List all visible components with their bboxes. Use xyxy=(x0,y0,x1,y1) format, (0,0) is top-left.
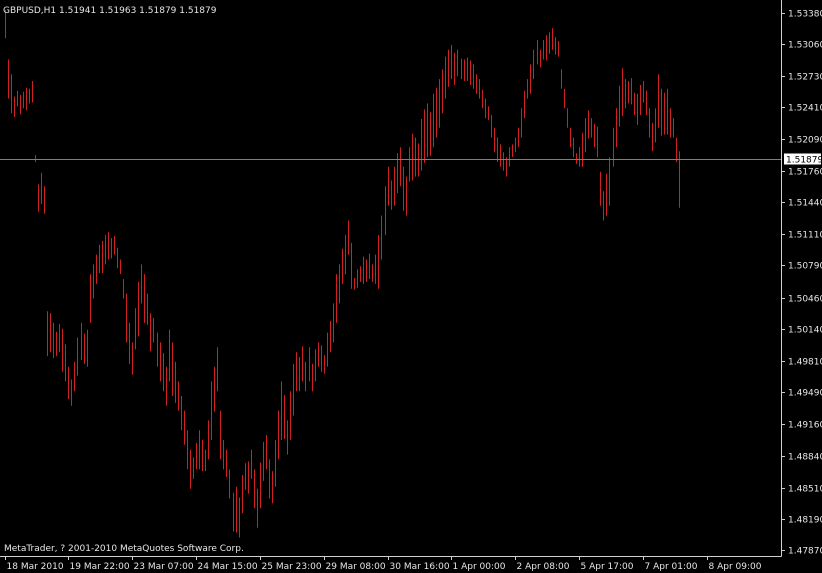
y-axis-ticks: 1.53380 1.53060 1.52730 1.52410 1.52090 1.517… xyxy=(781,10,822,557)
price-bars xyxy=(5,9,680,538)
y-tick-label: 1.52410 xyxy=(788,104,822,114)
y-tick-label: 1.48190 xyxy=(788,516,822,526)
y-tick-label: 1.51440 xyxy=(788,199,822,209)
y-tick-label: 1.53380 xyxy=(788,10,822,20)
y-tick-label: 1.51760 xyxy=(788,168,822,178)
y-tick-label: 1.51110 xyxy=(788,231,822,241)
y-tick-label: 1.52730 xyxy=(788,73,822,83)
bid-price-label: 1.51879 xyxy=(786,156,822,166)
y-tick-label: 1.49490 xyxy=(788,389,822,399)
x-tick-label: 19 Mar 22:00 xyxy=(70,562,130,572)
y-tick-label: 1.50790 xyxy=(788,262,822,272)
price-chart[interactable]: 1.53380 1.53060 1.52730 1.52410 1.52090 1.517… xyxy=(0,0,822,573)
symbol-info-label: GBPUSD,H1 1.51941 1.51963 1.51879 1.5187… xyxy=(3,6,217,16)
x-tick-label: 2 Apr 08:00 xyxy=(517,562,570,572)
x-tick-label: 24 Mar 15:00 xyxy=(198,562,258,572)
x-tick-label: 1 Apr 00:00 xyxy=(453,562,506,572)
y-tick-label: 1.50140 xyxy=(788,326,822,336)
chart-window[interactable]: 1.53380 1.53060 1.52730 1.52410 1.52090 1.517… xyxy=(0,0,822,573)
x-tick-label: 30 Mar 16:00 xyxy=(390,562,450,572)
y-tick-label: 1.50460 xyxy=(788,295,822,305)
x-axis-ticks: 18 Mar 2010 19 Mar 22:00 23 Mar 07:00 24 Ma… xyxy=(5,556,762,572)
copyright-label: MetaTrader, ? 2001-2010 MetaQuotes Softw… xyxy=(4,544,244,554)
y-tick-label: 1.48510 xyxy=(788,485,822,495)
y-tick-label: 1.49810 xyxy=(788,358,822,368)
y-tick-label: 1.53060 xyxy=(788,41,822,51)
x-tick-label: 29 Mar 08:00 xyxy=(326,562,386,572)
x-tick-label: 5 Apr 17:00 xyxy=(581,562,634,572)
x-tick-label: 18 Mar 2010 xyxy=(7,562,64,572)
x-tick-label: 7 Apr 01:00 xyxy=(645,562,698,572)
x-tick-label: 25 Mar 23:00 xyxy=(262,562,322,572)
y-tick-label: 1.47870 xyxy=(788,547,822,557)
y-tick-label: 1.48840 xyxy=(788,453,822,463)
y-tick-label: 1.49160 xyxy=(788,421,822,431)
y-tick-label: 1.52090 xyxy=(788,136,822,146)
x-tick-label: 8 Apr 09:00 xyxy=(709,562,762,572)
x-tick-label: 23 Mar 07:00 xyxy=(134,562,194,572)
